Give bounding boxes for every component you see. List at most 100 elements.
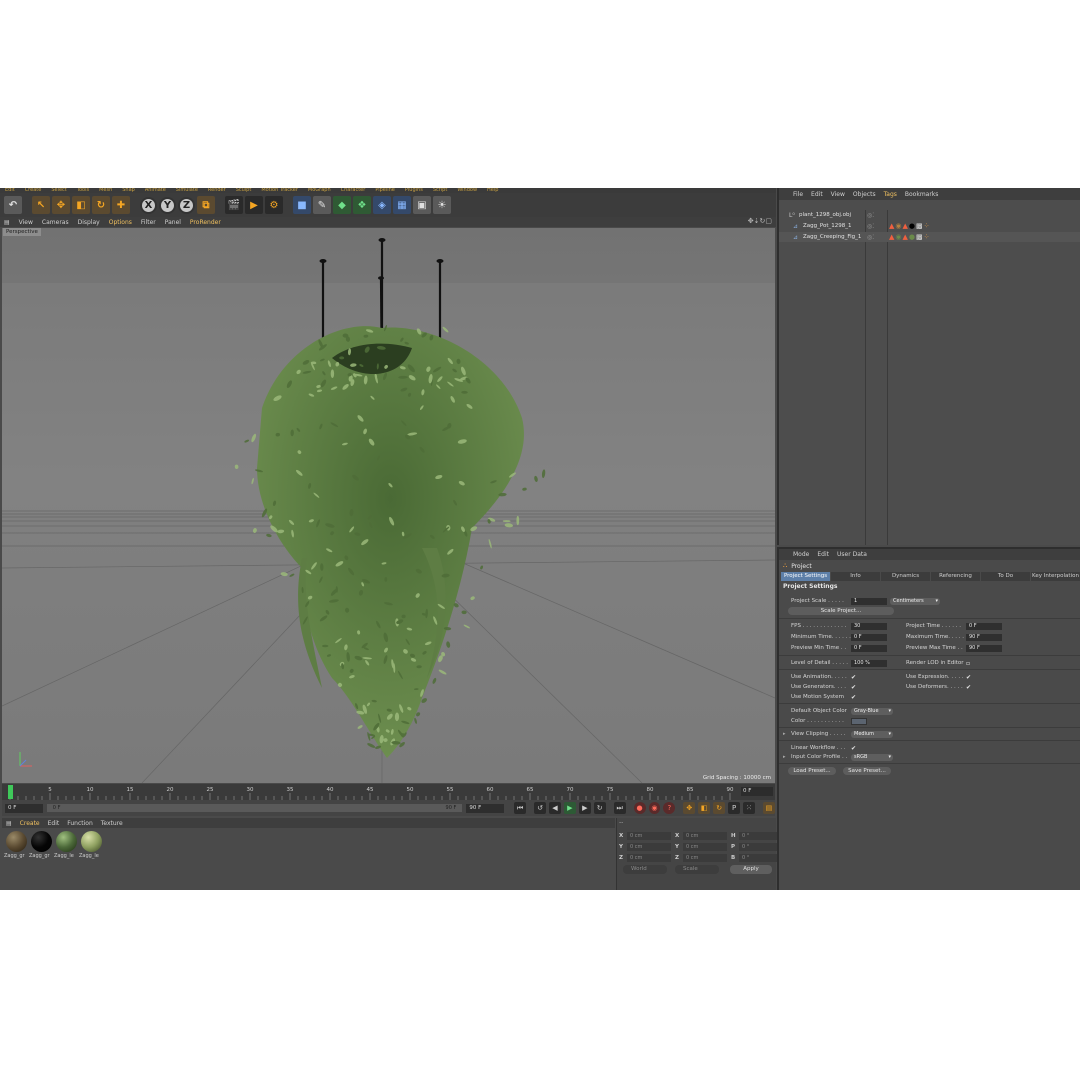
lod-field[interactable]: 100 %	[851, 659, 887, 667]
viewport-nav-icons[interactable]: ✥⇣↻▢	[748, 217, 772, 225]
autokey-icon[interactable]: ◉	[648, 802, 661, 814]
visibility-icon[interactable]: ◎⁚	[867, 212, 874, 219]
min-time-field[interactable]: 0 F	[851, 633, 887, 641]
attr-menu-userdata[interactable]: User Data	[837, 551, 867, 558]
tab-info[interactable]: Info	[831, 572, 880, 581]
select-arrow-icon[interactable]: ↖	[32, 196, 50, 214]
use-animation-checkbox[interactable]: ✔	[851, 674, 858, 681]
visibility-icon[interactable]: ◎⁚	[867, 223, 874, 230]
project-scale-field[interactable]: 1	[851, 597, 887, 605]
keyframe-selection-icon[interactable]: ?	[663, 802, 676, 814]
deformer-icon[interactable]: ◈	[373, 196, 391, 214]
key-scale-icon[interactable]: ◧	[698, 802, 711, 814]
viewport-menu-display[interactable]: Display	[78, 219, 100, 226]
size-z-field[interactable]: 0 cm	[683, 853, 727, 862]
key-param-icon[interactable]: P	[728, 802, 741, 814]
use-deformers-checkbox[interactable]: ✔	[966, 684, 973, 691]
tab-referencing[interactable]: Referencing	[931, 572, 980, 581]
viewport-menu-panel[interactable]: Panel	[165, 219, 181, 226]
attr-menu-edit[interactable]: Edit	[817, 551, 829, 558]
key-rotation-icon[interactable]: ↻	[713, 802, 726, 814]
go-to-start-icon[interactable]: ⏮	[514, 802, 527, 814]
material-item[interactable]: Zagg_gr	[29, 831, 52, 887]
start-frame-field[interactable]: 0 F	[5, 803, 43, 813]
perspective-viewport[interactable]: Perspective Grid Spacing : 10000 cm	[2, 228, 775, 783]
obj-menu-tags[interactable]: Tags	[884, 191, 897, 198]
viewport-menu-cameras[interactable]: Cameras	[42, 219, 69, 226]
prev-key-icon[interactable]: ↺	[534, 802, 546, 814]
position-x-field[interactable]: 0 cm	[627, 831, 671, 840]
tab-to-do[interactable]: To Do	[981, 572, 1030, 581]
material-item[interactable]: Zagg_le	[54, 831, 77, 887]
range-slider[interactable]: 0 F 90 F	[46, 804, 463, 812]
viewport-menu-filter[interactable]: Filter	[141, 219, 156, 226]
obj-menu-view[interactable]: View	[831, 191, 845, 198]
next-frame-icon[interactable]: ▶	[578, 802, 591, 814]
subdivision-icon[interactable]: ◆	[333, 196, 351, 214]
key-pla-icon[interactable]: ⁙	[743, 802, 755, 814]
use-generators-checkbox[interactable]: ✔	[851, 684, 858, 691]
end-frame-field[interactable]: 90 F	[466, 803, 505, 813]
cube-icon[interactable]: ■	[293, 196, 311, 214]
size-x-field[interactable]: 0 cm	[683, 831, 727, 840]
render-settings-icon[interactable]: ⚙	[265, 196, 283, 214]
current-frame-field[interactable]: 0 F	[741, 787, 773, 796]
material-item[interactable]: Zagg_gr	[4, 831, 27, 887]
color-swatch[interactable]	[851, 717, 867, 725]
attr-menu-mode[interactable]: Mode	[793, 551, 809, 558]
material-menu-texture[interactable]: Texture	[101, 820, 123, 827]
default-color-dropdown[interactable]: Gray-Blue	[851, 707, 893, 715]
render-view-icon[interactable]: 🎬	[225, 196, 243, 214]
obj-menu-edit[interactable]: Edit	[811, 191, 823, 198]
tab-project-settings[interactable]: Project Settings	[781, 572, 830, 581]
floor-icon[interactable]: ▦	[393, 196, 411, 214]
timeline-ruler[interactable]: 051015202530354045505560657075808590 0 F	[2, 784, 775, 800]
move-icon[interactable]: ✥	[52, 196, 70, 214]
viewport-menu-icon[interactable]: ▤	[4, 219, 10, 226]
render-lod-checkbox[interactable]: ▫	[966, 660, 973, 667]
load-preset-button[interactable]: Load Preset...	[788, 767, 836, 775]
viewport-menu-view[interactable]: View	[19, 219, 33, 226]
next-key-icon[interactable]: ↻	[593, 802, 606, 814]
fps-field[interactable]: 30	[851, 622, 887, 630]
material-tags-icon[interactable]: ▲◉▲●▩⁘	[889, 233, 931, 241]
material-menu-function[interactable]: Function	[67, 820, 93, 827]
material-item[interactable]: Zagg_le	[79, 831, 102, 887]
timeline-window-icon[interactable]: ▤	[762, 802, 775, 814]
scale-icon[interactable]: ◧	[72, 196, 90, 214]
use-expression-checkbox[interactable]: ✔	[966, 674, 973, 681]
pen-icon[interactable]: ✎	[313, 196, 331, 214]
object-row[interactable]: ⊿ Zagg_Pot_1298_1 ◎⁚ ▲◉▲●▩⁘	[779, 221, 1080, 231]
obj-menu-file[interactable]: File	[793, 191, 803, 198]
undo-icon[interactable]: ↶	[4, 196, 22, 214]
viewport-menu-options[interactable]: Options	[109, 219, 132, 226]
project-time-field[interactable]: 0 F	[966, 622, 1002, 630]
visibility-icon[interactable]: ◎⁚	[867, 234, 874, 241]
light-icon[interactable]: ☀	[433, 196, 451, 214]
camera-label[interactable]: Perspective	[3, 228, 41, 236]
obj-menu-objects[interactable]: Objects	[853, 191, 876, 198]
expand-arrow-icon[interactable]: ▸	[783, 754, 791, 760]
coord-scale-dropdown[interactable]: Scale	[675, 865, 719, 874]
size-y-field[interactable]: 0 cm	[683, 842, 727, 851]
position-y-field[interactable]: 0 cm	[627, 842, 671, 851]
material-tags-icon[interactable]: ▲◉▲●▩⁘	[889, 222, 931, 230]
coordinate-system-icon[interactable]: ⧉	[197, 196, 215, 214]
position-z-field[interactable]: 0 cm	[627, 853, 671, 862]
z-axis-icon[interactable]: Z	[178, 196, 195, 214]
tab-dynamics[interactable]: Dynamics	[881, 572, 930, 581]
go-to-end-icon[interactable]: ⏭	[613, 802, 626, 814]
use-motion-checkbox[interactable]: ✔	[851, 694, 858, 701]
object-row[interactable]: ⊿ Zagg_Creeping_Fig_1 ◎⁚ ▲◉▲●▩⁘	[779, 232, 1080, 242]
prev-frame-icon[interactable]: ◀	[548, 802, 561, 814]
material-menu-create[interactable]: Create	[20, 820, 40, 827]
play-icon[interactable]: ▶	[563, 802, 576, 814]
record-icon[interactable]: ●	[633, 802, 646, 814]
max-time-field[interactable]: 90 F	[966, 633, 1002, 641]
y-axis-icon[interactable]: Y	[159, 196, 176, 214]
scale-project-button[interactable]: Scale Project...	[788, 607, 894, 615]
tab-key-interpolation[interactable]: Key Interpolation	[1031, 572, 1080, 581]
array-icon[interactable]: ❖	[353, 196, 371, 214]
obj-menu-bookmarks[interactable]: Bookmarks	[905, 191, 939, 198]
project-scale-unit-dropdown[interactable]: Centimeters	[890, 597, 940, 605]
